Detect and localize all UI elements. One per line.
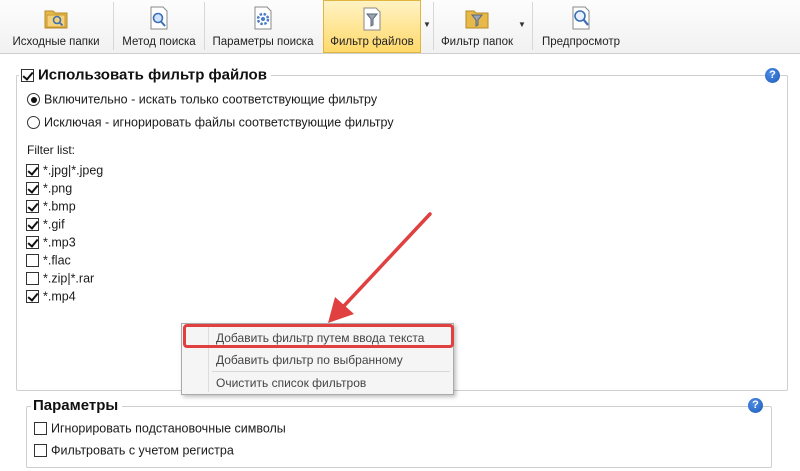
parameters-group	[26, 406, 772, 468]
menu-separator	[212, 371, 450, 372]
filter-list-item[interactable]: *.flac	[26, 253, 71, 268]
filter-checkbox[interactable]	[26, 236, 39, 250]
help-icon[interactable]: ?	[765, 68, 780, 83]
search-method-icon	[150, 6, 168, 30]
use-file-filter-checkbox[interactable]	[21, 68, 34, 82]
filter-checkbox[interactable]	[26, 164, 39, 178]
toolbar-label: Метод поиска	[122, 36, 196, 48]
filter-list-item[interactable]: *.zip|*.rar	[26, 271, 94, 286]
source-folders-icon	[44, 10, 68, 29]
toolbar-file-filter-button[interactable]: Фильтр файлов	[323, 0, 421, 53]
toolbar-search-params-button[interactable]: Параметры поиска	[206, 0, 320, 52]
filter-checkbox[interactable]	[26, 290, 39, 304]
file-filter-title[interactable]: Использовать фильтр файлов	[19, 66, 271, 84]
include-radio[interactable]	[27, 93, 40, 107]
toolbar-separator	[532, 2, 533, 50]
help-icon[interactable]: ?	[748, 398, 763, 413]
ignore-wildcards-option[interactable]: Игнорировать подстановочные символы	[34, 421, 286, 436]
include-mode-option[interactable]: Включительно - искать только соответству…	[27, 92, 377, 107]
filter-list-item[interactable]: *.gif	[26, 217, 65, 232]
filter-list-item[interactable]: *.mp3	[26, 235, 76, 250]
ignore-wildcards-checkbox[interactable]	[34, 422, 47, 436]
toolbar-separator	[113, 2, 114, 50]
toolbar-label: Предпросмотр	[542, 36, 620, 48]
filter-checkbox[interactable]	[26, 200, 39, 214]
file-filter-dropdown-arrow-icon[interactable]: ▼	[423, 20, 433, 29]
filter-list-item[interactable]: *.png	[26, 181, 72, 196]
toolbar-label: Фильтр папок	[440, 36, 514, 48]
folder-filter-dropdown-arrow-icon[interactable]: ▼	[518, 20, 528, 29]
toolbar: Исходные папки Метод поиска Параметры по…	[0, 0, 800, 54]
filter-checkbox[interactable]	[26, 272, 39, 286]
toolbar-separator	[204, 2, 205, 50]
toolbar-label: Параметры поиска	[212, 36, 314, 48]
toolbar-source-folders-button[interactable]: Исходные папки	[0, 0, 112, 52]
parameters-title: Параметры	[31, 397, 123, 414]
case-sensitive-checkbox[interactable]	[34, 444, 47, 458]
filter-list-item[interactable]: *.mp4	[26, 289, 76, 304]
annotation-highlight-box	[183, 324, 454, 348]
file-filter-icon	[363, 7, 381, 31]
case-sensitive-option[interactable]: Фильтровать с учетом регистра	[34, 443, 234, 458]
toolbar-label: Исходные папки	[12, 36, 100, 48]
filter-list-item[interactable]: *.bmp	[26, 199, 76, 214]
filter-checkbox[interactable]	[26, 254, 39, 268]
search-params-icon	[254, 6, 272, 30]
toolbar-preview-button[interactable]: Предпросмотр	[535, 0, 627, 52]
preview-icon	[572, 6, 590, 30]
toolbar-label: Фильтр файлов	[330, 36, 414, 48]
filter-list-label: Filter list:	[27, 143, 75, 157]
exclude-radio[interactable]	[27, 116, 40, 130]
toolbar-folder-filter-button[interactable]: Фильтр папок	[434, 0, 520, 52]
exclude-mode-option[interactable]: Исключая - игнорировать файлы соответств…	[27, 115, 394, 130]
folder-filter-icon	[465, 10, 489, 29]
filter-checkbox[interactable]	[26, 218, 39, 232]
filter-list-item[interactable]: *.jpg|*.jpeg	[26, 163, 103, 178]
menu-item-add-filter-by-selected[interactable]: Добавить фильтр по выбранному	[216, 353, 403, 367]
menu-item-clear-filter-list[interactable]: Очистить список фильтров	[216, 376, 366, 390]
toolbar-search-method-button[interactable]: Метод поиска	[116, 0, 202, 52]
filter-checkbox[interactable]	[26, 182, 39, 196]
